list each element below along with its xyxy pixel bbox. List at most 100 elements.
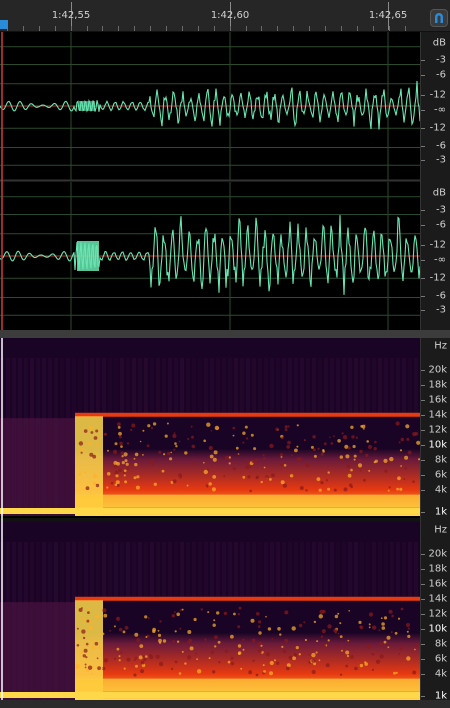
spectral-speckle	[249, 466, 252, 469]
spectral-speckle	[337, 632, 340, 635]
hz-label: 6k	[434, 469, 447, 481]
spectral-speckle	[353, 458, 356, 461]
spectral-speckle	[170, 667, 174, 671]
spectral-speckle	[142, 655, 145, 658]
spectral-speckle	[303, 621, 306, 624]
spectral-speckle	[107, 449, 109, 452]
db-label: dB	[432, 37, 446, 49]
db-tick	[421, 295, 425, 297]
ruler-minor-tick	[118, 26, 120, 31]
spectral-speckle	[118, 627, 123, 632]
spectral-speckle	[341, 649, 343, 652]
spectral-speckle	[136, 638, 141, 642]
spectral-speckle	[279, 453, 283, 457]
spectral-speckle	[163, 453, 166, 456]
hz-label: 16k	[428, 394, 447, 406]
hz-tick	[421, 512, 425, 513]
spectral-speckle	[250, 618, 255, 623]
spectral-speckle	[84, 666, 87, 669]
spectral-speckle	[191, 435, 194, 439]
spectral-speckle	[142, 454, 144, 456]
spectral-speckle	[269, 671, 273, 676]
waveform-trace	[0, 80, 420, 130]
spectral-speckle	[113, 449, 118, 454]
spectral-speckle	[313, 620, 317, 624]
spectral-speckle	[122, 464, 125, 467]
spectral-speckle	[114, 442, 118, 446]
spectral-speckle	[140, 660, 145, 665]
view-splitter[interactable]	[0, 330, 450, 338]
spectral-speckle	[407, 450, 412, 455]
spectral-speckle	[210, 650, 215, 655]
waveform-canvas[interactable]	[0, 32, 420, 330]
spectral-speckle	[133, 673, 137, 677]
spectral-channel-1[interactable]	[0, 338, 420, 516]
waveform-channel-2[interactable]	[0, 182, 420, 330]
spectral-speckle	[161, 469, 165, 473]
spectral-speckle	[357, 463, 363, 468]
spectral-speckle	[179, 476, 182, 479]
spectral-speckle	[277, 627, 281, 631]
spectral-speckle	[383, 458, 388, 463]
snap-toggle-button[interactable]	[430, 9, 448, 27]
hz-label: 12k	[428, 424, 447, 436]
spectral-speckle	[396, 487, 399, 491]
spectral-channel-2[interactable]	[0, 522, 420, 700]
time-ruler[interactable]: 1:42,55 1:42,60 1:42,65	[0, 0, 450, 32]
spectral-speckle	[152, 627, 157, 632]
spectral-speckle	[97, 666, 101, 671]
spectral-speckle	[106, 486, 109, 489]
spectral-speckle	[178, 473, 183, 478]
spectral-speckle	[399, 449, 403, 452]
spectral-speckle	[96, 443, 100, 447]
spectral-speckle	[330, 442, 334, 445]
spectral-speckle	[167, 451, 171, 456]
spectral-speckle	[321, 629, 326, 634]
spectral-speckle	[181, 608, 184, 611]
spectral-speckle	[223, 611, 228, 616]
spectral-speckle	[395, 421, 400, 426]
spectral-frequency-display[interactable]	[0, 338, 420, 700]
spectral-speckle	[318, 659, 321, 662]
spectral-speckle	[279, 633, 282, 636]
spectral-speckle	[339, 673, 343, 676]
hz-tick	[421, 445, 425, 446]
spectral-speckle	[133, 457, 136, 460]
spectral-speckle	[350, 655, 354, 659]
spectral-speckle	[262, 457, 266, 460]
spectral-speckle	[203, 461, 205, 464]
spectral-speckle	[258, 620, 262, 624]
waveform-channel-1[interactable]	[0, 32, 420, 180]
spectral-speckle	[361, 424, 366, 429]
spectral-speckle	[337, 612, 340, 615]
ruler-minor-tick	[181, 26, 183, 31]
db-ruler: dB -3 -6 -12 -∞ -12 -6 -3 dB -3 -6 -12 -∞ -12 -6 -3	[420, 32, 450, 330]
horizontal-scrollbar[interactable]	[0, 700, 450, 708]
spectral-speckle	[133, 476, 137, 480]
spectral-speckle	[116, 461, 120, 466]
spectral-speckle	[85, 486, 90, 491]
spectral-speckle	[251, 459, 255, 464]
spectral-speckle	[263, 466, 266, 469]
spectral-speckle	[350, 425, 354, 429]
spectral-speckle	[123, 469, 127, 473]
spectral-speckle	[164, 434, 168, 438]
spectral-speckle	[345, 650, 350, 655]
spectral-speckle	[117, 426, 121, 429]
spectral-speckle	[384, 469, 388, 473]
spectral-speckle	[237, 644, 242, 648]
spectral-speckle	[117, 422, 121, 427]
spectral-speckle	[394, 631, 398, 635]
spectral-speckle	[304, 638, 307, 642]
spectral-speckle	[195, 652, 198, 655]
spectral-speckle	[284, 610, 289, 615]
spectral-speckle	[292, 656, 296, 661]
spectrogram-canvas[interactable]	[0, 338, 420, 700]
spectral-speckle	[407, 634, 411, 638]
spectral-speckle	[123, 452, 128, 457]
spectral-speckle	[103, 658, 109, 663]
playhead-handle[interactable]	[0, 20, 8, 29]
waveform-display[interactable]	[0, 32, 420, 330]
spectral-speckle	[135, 485, 140, 490]
spectral-speckle	[353, 454, 357, 458]
